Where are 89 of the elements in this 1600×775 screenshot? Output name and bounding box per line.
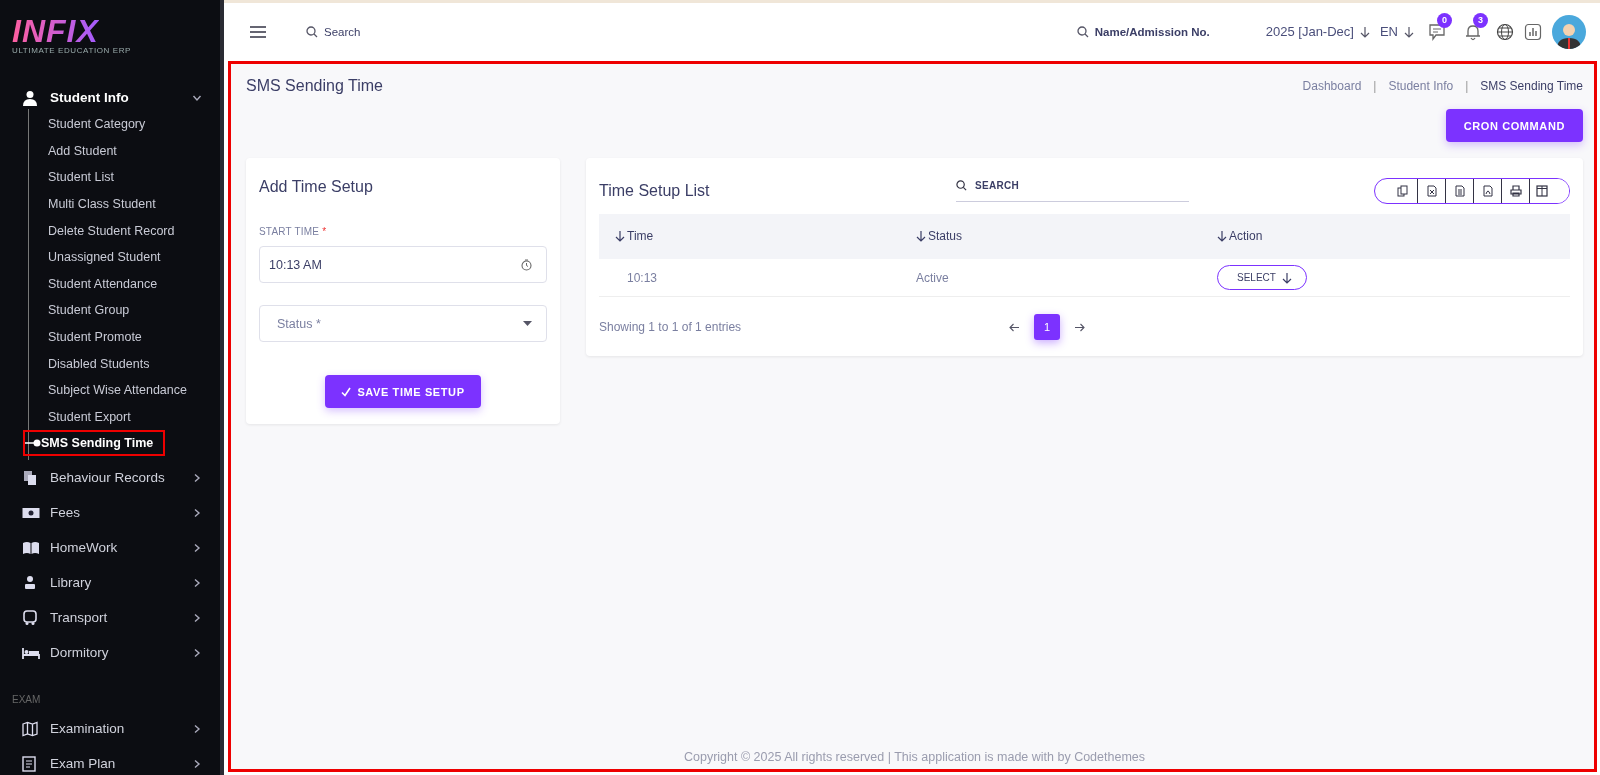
sidebar-item[interactable]: Examination — [50, 721, 192, 737]
language-dropdown[interactable]: EN — [1379, 24, 1398, 39]
banknote-icon — [22, 506, 40, 519]
submenu-item[interactable]: Subject Wise Attendance — [48, 383, 187, 398]
submenu-item[interactable]: Multi Class Student — [48, 197, 156, 212]
file-icon — [1453, 185, 1466, 197]
search-icon — [1076, 25, 1089, 38]
caret-icon — [523, 321, 532, 326]
breadcrumb-separator: | — [1373, 79, 1377, 93]
notification-count-badge: 3 — [1473, 12, 1488, 28]
submenu-item[interactable]: Student List — [48, 170, 114, 185]
arrow-down-icon — [1404, 25, 1414, 38]
column-header[interactable]: Action — [1217, 228, 1263, 243]
submenu-item[interactable]: Disabled Students — [48, 356, 150, 371]
arrow-right-icon[interactable] — [1074, 322, 1085, 332]
page-title: SMS Sending Time — [246, 77, 383, 95]
user-icon — [22, 89, 38, 106]
breadcrumb-separator: | — [1465, 79, 1469, 93]
export-button[interactable] — [1529, 179, 1569, 203]
sort-arrow-icon — [916, 229, 926, 242]
message-count-badge: 0 — [1437, 12, 1452, 28]
submenu-item[interactable]: Add Student — [48, 143, 117, 158]
arrow-left-icon[interactable] — [1009, 322, 1020, 332]
start-time-field[interactable]: 10:13 AM — [259, 246, 547, 283]
submenu-item[interactable]: Unassigned Student — [48, 250, 161, 265]
sidebar-item[interactable]: Exam Plan — [50, 756, 192, 772]
submenu-item[interactable]: Student Promote — [48, 330, 142, 345]
map-icon — [22, 720, 38, 737]
sidebar-item[interactable]: Transport — [50, 610, 192, 626]
submenu-item[interactable]: Student Attendance — [48, 276, 158, 291]
select-action-button[interactable]: SELECT — [1217, 265, 1307, 290]
chat-icon[interactable] — [1428, 22, 1446, 41]
submenu-item[interactable]: Delete Student Record — [48, 223, 175, 238]
section-heading: EXAM — [11, 693, 41, 708]
clock-icon — [521, 258, 532, 271]
breadcrumb-link[interactable]: SMS Sending Time — [1480, 79, 1583, 93]
bus-icon — [22, 609, 38, 626]
pdf-file-icon — [1481, 185, 1494, 197]
sidebar-item[interactable]: Student Info — [50, 90, 192, 105]
search-field[interactable]: Search — [324, 25, 361, 38]
sidebar-item[interactable]: HomeWork — [50, 540, 192, 556]
spreadsheet-icon — [1425, 185, 1438, 197]
card-title: Time Setup List — [599, 182, 711, 200]
reader-icon — [22, 574, 38, 591]
sidebar-item[interactable]: Library — [50, 575, 192, 591]
table-search-field[interactable]: SEARCH — [975, 180, 1020, 191]
menu-icon[interactable] — [250, 25, 266, 38]
sidebar-item[interactable]: Behaviour Records — [50, 470, 192, 486]
card-title: Add Time Setup — [259, 178, 374, 196]
copy-icon — [1397, 185, 1409, 197]
sort-arrow-icon — [615, 229, 625, 242]
student-search-field[interactable]: Name/Admission No. — [1094, 25, 1210, 38]
bell-icon[interactable] — [1465, 22, 1481, 41]
table-cell: 10:13 — [627, 270, 658, 285]
entries-info: Showing 1 to 1 of 1 entries — [599, 320, 743, 334]
documents-icon — [22, 469, 38, 486]
breadcrumb-link[interactable]: Student Info — [1388, 79, 1454, 93]
column-header[interactable]: Status — [916, 228, 963, 243]
cron-command-button[interactable]: CRON COMMAND — [1445, 109, 1583, 142]
table-cell: Active — [916, 270, 949, 285]
globe-icon[interactable] — [1496, 22, 1514, 41]
session-dropdown[interactable]: 2025 [Jan-Dec] — [1265, 24, 1354, 39]
logo-subtitle: ULTIMATE EDUCATION ERP — [12, 46, 131, 55]
submenu-item[interactable]: Student Export — [48, 409, 131, 424]
sidebar-item[interactable]: Dormitory — [50, 645, 192, 661]
printer-icon — [1509, 185, 1522, 197]
submenu-item[interactable]: SMS Sending Time — [41, 436, 154, 451]
status-dropdown[interactable]: Status * — [259, 305, 547, 342]
columns-icon — [1536, 185, 1548, 197]
submenu-item[interactable]: Student Category — [48, 117, 146, 132]
check-icon — [341, 386, 352, 397]
search-icon — [306, 25, 318, 38]
copyright-text: Copyright © 2025 All rights reserved | This application is made with by Codethemes — [683, 750, 1146, 764]
bed-icon — [22, 645, 40, 660]
breadcrumb-link[interactable]: Dashboard — [1302, 79, 1362, 93]
save-time-setup-button[interactable]: SAVE TIME SETUP — [325, 375, 481, 408]
arrow-down-icon — [1359, 25, 1370, 38]
book-icon — [22, 540, 40, 555]
search-icon — [956, 180, 967, 191]
document-icon — [22, 755, 36, 772]
sidebar-item[interactable]: Fees — [50, 505, 192, 521]
submenu-item[interactable]: Student Group — [48, 303, 130, 318]
page-button[interactable]: 1 — [1034, 314, 1060, 340]
arrow-down-icon — [1281, 271, 1292, 284]
avatar[interactable] — [1552, 14, 1586, 49]
column-header[interactable]: Time — [615, 228, 654, 243]
chart-icon[interactable] — [1524, 22, 1542, 41]
start-time-label: START TIME * — [259, 226, 328, 237]
sort-arrow-icon — [1217, 229, 1227, 242]
